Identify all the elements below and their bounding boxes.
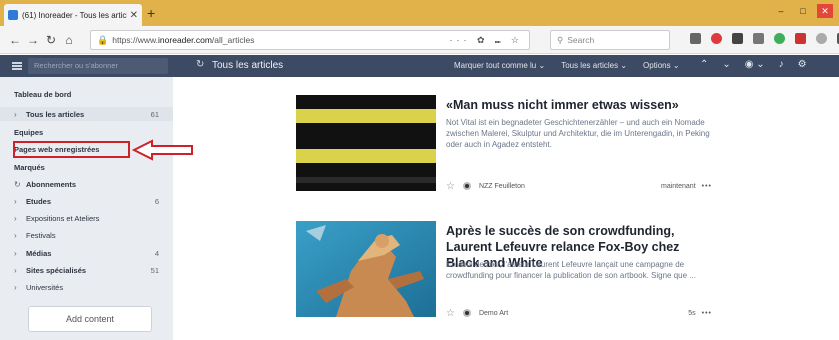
tab-close-icon[interactable]: ✕ <box>130 10 138 21</box>
sidebar-folder-etudes[interactable]: › Etudes 6 <box>0 194 173 208</box>
sidebar-folder-festivals[interactable]: › Festivals <box>0 228 173 242</box>
library-icon[interactable] <box>690 33 701 44</box>
sidebar-item-all-articles[interactable]: › Tous les articles 61 <box>0 107 173 121</box>
app-top-bar: Rechercher ou s'abonner ↻ Tous les artic… <box>0 55 839 77</box>
settings-gear-icon[interactable]: ⚙ <box>798 59 807 70</box>
article-meta: ☆ NZZ Feuilleton maintenant ••• <box>446 180 712 192</box>
unread-count: 61 <box>150 109 159 119</box>
address-bar[interactable]: 🔒 https://www. inoreader.com /all_articl… <box>90 30 530 50</box>
zotero-icon[interactable] <box>732 33 743 44</box>
sidebar-folder-expositions[interactable]: › Expositions et Ateliers <box>0 211 173 225</box>
browser-tab[interactable]: (61) Inoreader - Tous les articl ✕ <box>4 4 142 26</box>
tab-title: (61) Inoreader - Tous les articl <box>22 10 127 20</box>
app-icons: ⌃ ⌄ ◉ ⌄ ♪ ⚙ <box>700 59 807 70</box>
sidebar-item-subscriptions[interactable]: ↻ Abonnements <box>0 177 173 191</box>
unread-count: 4 <box>154 248 159 258</box>
options-button[interactable]: Options ⌄ <box>643 61 680 70</box>
extension-icons <box>690 33 839 44</box>
browser-tab-bar: (61) Inoreader - Tous les articl ✕ + – □… <box>0 0 839 26</box>
back-arrow-icon[interactable]: ← <box>6 33 24 47</box>
article-excerpt: Not Vital ist ein begnadeter Geschichten… <box>446 118 710 149</box>
url-host: inoreader.com <box>158 35 212 45</box>
browser-search-input[interactable]: ⚲ Search <box>550 30 670 50</box>
feed-search-input[interactable]: Rechercher ou s'abonner <box>28 58 168 74</box>
app-actions: Marquer tout comme lu ⌄ Tous les article… <box>454 61 680 70</box>
star-icon[interactable]: ☆ <box>446 308 455 319</box>
article-time: 5s <box>688 309 696 317</box>
chevron-right-icon[interactable]: › <box>14 231 26 240</box>
article-thumbnail[interactable] <box>296 95 436 191</box>
article-source[interactable]: NZZ Feuilleton <box>479 183 661 190</box>
sidebar-item-teams[interactable]: Equipes <box>0 125 173 139</box>
article-source[interactable]: Demo Art <box>479 310 688 317</box>
url-path: /all_articles <box>211 35 255 45</box>
reload-icon[interactable]: ↻ <box>42 33 60 47</box>
previous-article-icon[interactable]: ⌃ <box>700 59 708 70</box>
refresh-icon[interactable]: ↻ <box>196 59 204 70</box>
sidebar-item-starred[interactable]: Marqués <box>0 160 173 174</box>
more-options-icon[interactable]: ••• <box>702 310 712 317</box>
search-placeholder: Search <box>567 35 595 45</box>
sidebar-folder-sites[interactable]: › Sites spécialisés 51 <box>0 263 173 277</box>
url-prefix: https://www. <box>112 35 159 45</box>
sidebar-folder-medias[interactable]: › Médias 4 <box>0 246 173 260</box>
extension-box-icon[interactable] <box>753 33 764 44</box>
sidebar: Tableau de bord › Tous les articles 61 E… <box>0 77 173 340</box>
extension-badge-icon[interactable] <box>795 33 806 44</box>
next-article-icon[interactable]: ⌄ <box>722 59 730 70</box>
chevron-right-icon[interactable]: › <box>14 214 26 223</box>
close-window-button[interactable]: ✕ <box>817 4 833 18</box>
highlight-box <box>13 141 130 158</box>
unread-count: 51 <box>150 265 159 275</box>
pocket-icon[interactable] <box>711 33 722 44</box>
chevron-right-icon[interactable]: › <box>14 110 26 119</box>
chevron-right-icon[interactable]: › <box>14 249 26 258</box>
new-tab-button[interactable]: + <box>147 5 155 21</box>
hamburger-menu-icon[interactable] <box>12 62 22 70</box>
chevron-right-icon[interactable]: › <box>14 283 26 292</box>
forward-arrow-icon[interactable]: → <box>24 33 42 47</box>
article-time: maintenant <box>661 182 696 190</box>
view-mode-icon[interactable]: ◉ ⌄ <box>745 59 765 70</box>
annotation-arrow-icon <box>132 139 193 161</box>
home-icon[interactable]: ⌂ <box>60 33 78 47</box>
filter-articles-button[interactable]: Tous les articles ⌄ <box>561 61 627 70</box>
sidebar-item-dashboard[interactable]: Tableau de bord <box>0 87 173 101</box>
article-card[interactable]: «Man muss nicht immer etwas wissen» Not … <box>296 95 726 205</box>
sidebar-folder-universites[interactable]: › Universités <box>0 280 173 294</box>
window-controls: – □ ✕ <box>773 4 833 18</box>
minimize-button[interactable]: – <box>773 4 789 18</box>
maximize-button[interactable]: □ <box>795 4 811 18</box>
page-actions-icon[interactable]: ··· ✿ ⑉ ☆ <box>449 35 523 46</box>
unread-count: 6 <box>154 196 159 206</box>
star-icon[interactable]: ☆ <box>446 181 455 192</box>
notifications-icon[interactable]: ♪ <box>779 59 784 70</box>
chevron-right-icon[interactable]: › <box>14 197 26 206</box>
source-icon <box>462 182 471 190</box>
article-card[interactable]: Après le succès de son crowdfunding, Lau… <box>296 221 726 321</box>
inoreader-favicon-icon <box>8 10 18 20</box>
extension-grey-icon[interactable] <box>816 33 827 44</box>
add-content-button[interactable]: Add content <box>28 306 152 332</box>
lock-icon: 🔒 <box>97 34 109 45</box>
more-options-icon[interactable]: ••• <box>702 183 712 190</box>
article-title[interactable]: «Man muss nicht immer etwas wissen» <box>446 97 716 113</box>
article-thumbnail[interactable] <box>296 221 436 317</box>
article-excerpt: En avril dernier, l'auteur Laurent Lefeu… <box>446 260 696 280</box>
source-icon <box>462 309 471 317</box>
extension-green-icon[interactable] <box>774 33 785 44</box>
search-icon: ⚲ <box>557 34 564 45</box>
article-meta: ☆ Demo Art 5s ••• <box>446 307 712 319</box>
mark-all-read-button[interactable]: Marquer tout comme lu ⌄ <box>454 61 545 70</box>
refresh-subscriptions-icon[interactable]: ↻ <box>14 180 26 189</box>
page-title: Tous les articles <box>212 60 284 71</box>
chevron-right-icon[interactable]: › <box>14 266 26 275</box>
browser-nav-bar: ← → ↻ ⌂ 🔒 https://www. inoreader.com /al… <box>0 26 839 54</box>
